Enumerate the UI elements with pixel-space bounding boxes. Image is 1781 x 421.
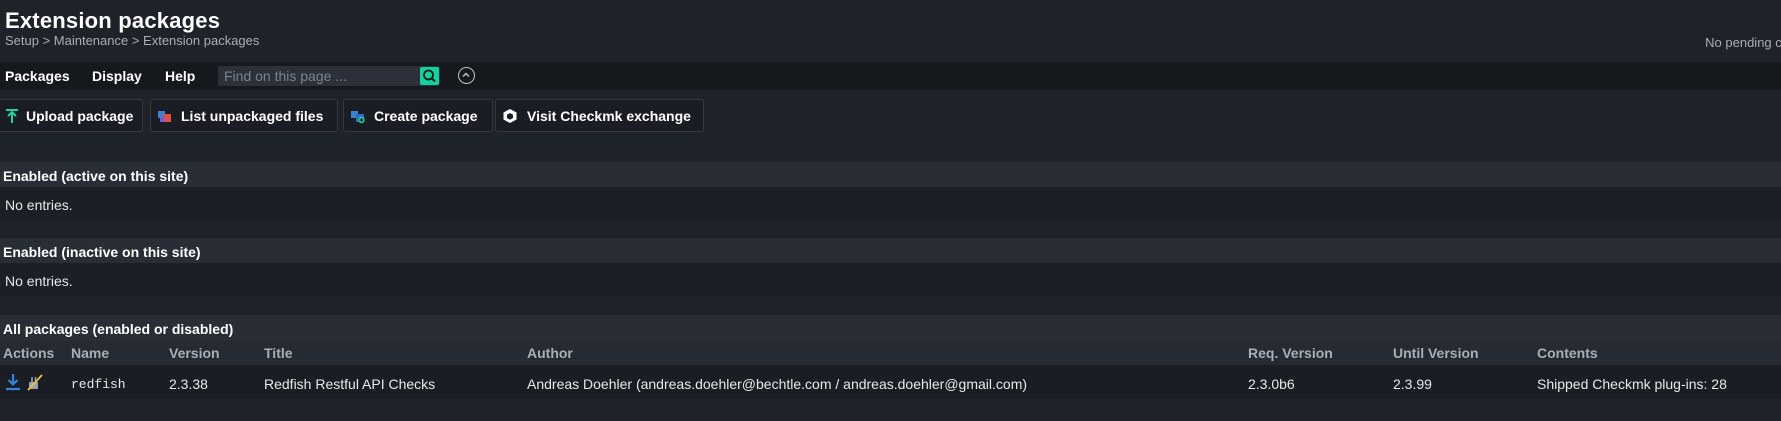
package-contents: Shipped Checkmk plug-ins: 28 xyxy=(1537,376,1727,392)
chevron-up-icon xyxy=(462,72,470,78)
upload-package-label: Upload package xyxy=(26,108,134,124)
create-package-button[interactable]: Create package xyxy=(343,99,493,132)
upload-package-button[interactable]: Upload package xyxy=(0,99,143,132)
pending-changes-status[interactable]: No pending ch xyxy=(1705,35,1781,50)
section-title-all-packages: All packages (enabled or disabled) xyxy=(3,321,234,337)
column-header-actions: Actions xyxy=(3,345,55,361)
column-header-req-version[interactable]: Req. Version xyxy=(1248,345,1333,361)
section-body-enabled-inactive: No entries. xyxy=(0,263,1781,297)
column-header-title[interactable]: Title xyxy=(264,345,293,361)
column-header-contents[interactable]: Contents xyxy=(1537,345,1598,361)
download-icon[interactable] xyxy=(4,373,22,391)
page-title: Extension packages xyxy=(5,8,221,33)
search-icon xyxy=(423,69,436,83)
column-header-author[interactable]: Author xyxy=(527,345,573,361)
empty-message: No entries. xyxy=(5,273,73,289)
breadcrumb[interactable]: Setup > Maintenance > Extension packages xyxy=(5,33,259,48)
menu-display[interactable]: Display xyxy=(92,68,142,84)
package-req-version: 2.3.0b6 xyxy=(1248,376,1295,392)
section-header-enabled-active: Enabled (active on this site) xyxy=(0,162,1781,187)
search-box xyxy=(218,66,440,86)
section-header-all-packages: All packages (enabled or disabled) xyxy=(0,315,1781,341)
package-version: 2.3.38 xyxy=(169,376,208,392)
unpackaged-files-icon xyxy=(158,111,171,122)
package-title: Redfish Restful API Checks xyxy=(264,376,436,392)
visit-checkmk-exchange-button[interactable]: Visit Checkmk exchange xyxy=(495,99,704,132)
page-footer-space xyxy=(0,399,1781,421)
search-button[interactable] xyxy=(420,67,439,85)
disable-icon[interactable] xyxy=(26,373,44,391)
create-package-label: Create package xyxy=(374,108,478,124)
table-row: redfish 2.3.38 Redfish Restful API Check… xyxy=(0,365,1781,399)
upload-icon xyxy=(6,109,18,123)
section-header-enabled-inactive: Enabled (inactive on this site) xyxy=(0,238,1781,263)
section-title-enabled-active: Enabled (active on this site) xyxy=(3,168,189,184)
menu-help[interactable]: Help xyxy=(165,68,195,84)
section-spacer xyxy=(0,221,1781,238)
column-header-name[interactable]: Name xyxy=(71,345,109,361)
title-bar: Extension packages Setup > Maintenance >… xyxy=(0,0,1781,62)
list-unpackaged-files-label: List unpackaged files xyxy=(181,108,324,124)
package-until-version: 2.3.99 xyxy=(1393,376,1432,392)
empty-message: No entries. xyxy=(5,197,73,213)
section-body-enabled-active: No entries. xyxy=(0,187,1781,221)
collapse-toggle-button[interactable] xyxy=(458,67,475,84)
menu-packages[interactable]: Packages xyxy=(5,68,70,84)
column-header-version[interactable]: Version xyxy=(169,345,220,361)
section-title-enabled-inactive: Enabled (inactive on this site) xyxy=(3,244,201,260)
visit-checkmk-exchange-label: Visit Checkmk exchange xyxy=(527,108,691,124)
exchange-icon xyxy=(503,109,517,123)
search-input[interactable] xyxy=(218,66,414,86)
column-header-until-version[interactable]: Until Version xyxy=(1393,345,1479,361)
package-author: Andreas Doehler (andreas.doehler@bechtle… xyxy=(527,376,1028,392)
toolbar: Upload package List unpackaged files Cre… xyxy=(0,90,1781,162)
table-header: Actions Name Version Title Author Req. V… xyxy=(0,341,1781,365)
menu-bar: Packages Display Help xyxy=(0,62,1781,90)
list-unpackaged-files-button[interactable]: List unpackaged files xyxy=(150,99,338,132)
package-name: redfish xyxy=(71,377,126,392)
section-spacer xyxy=(0,297,1781,315)
create-package-icon xyxy=(351,111,365,124)
